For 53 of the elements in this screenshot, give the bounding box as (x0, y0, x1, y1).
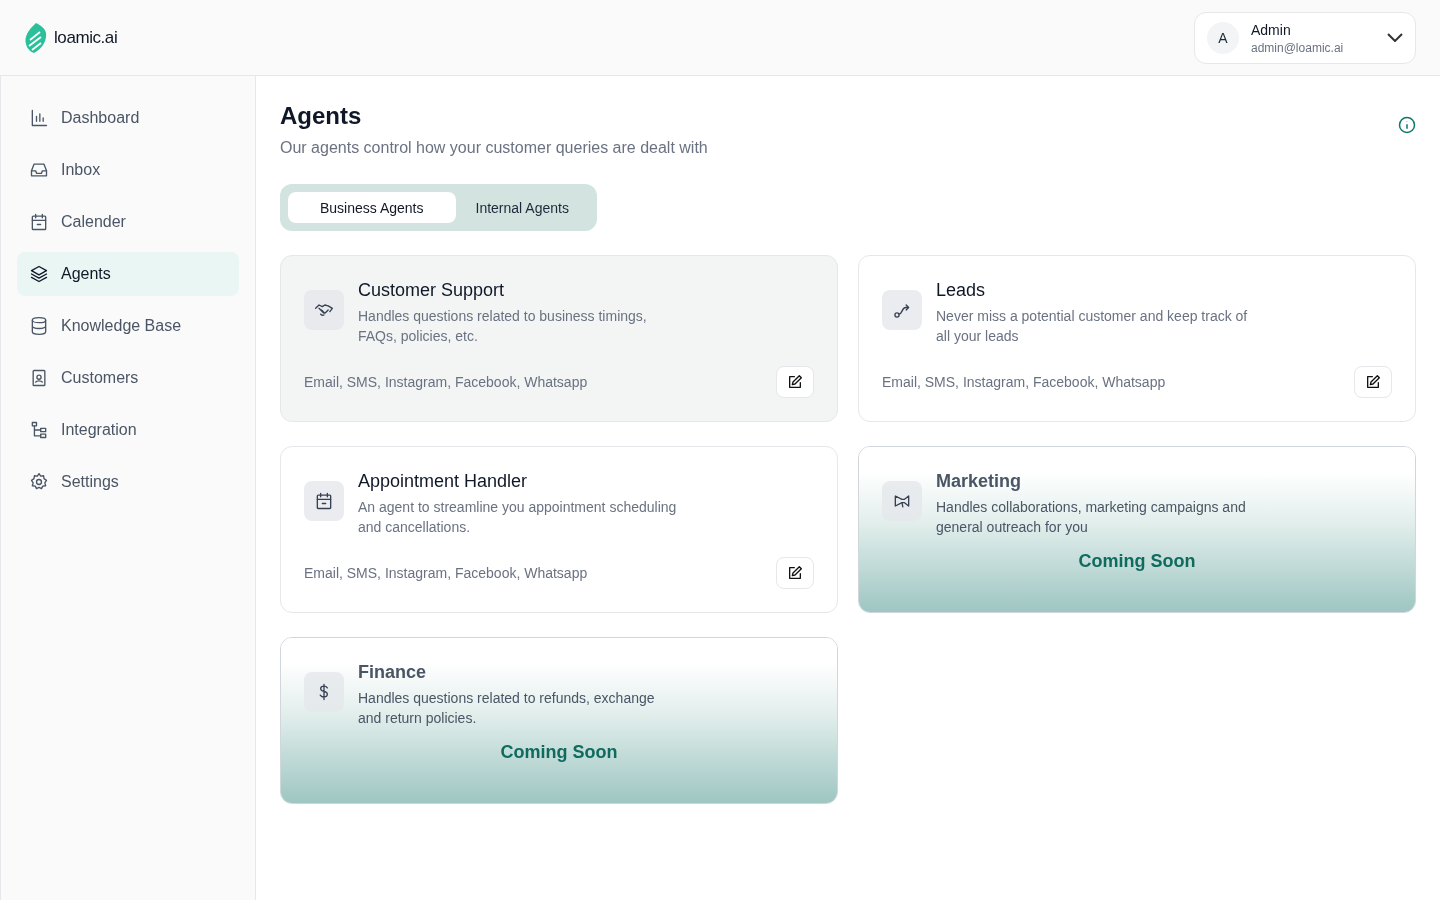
info-icon[interactable] (1398, 116, 1416, 134)
settings-icon (29, 472, 49, 492)
edit-icon (787, 565, 803, 581)
tab[interactable]: Business Agents (288, 192, 456, 223)
card-title: Appointment Handler (358, 470, 529, 493)
calendar-icon (29, 212, 49, 232)
hierarchy-icon (29, 420, 49, 440)
card-description: Never miss a potential customer and keep track of all your leads (936, 307, 1249, 346)
card-title: Finance (358, 661, 428, 684)
agent-card[interactable]: Customer Support Handles questions related to business timings, FAQs, policies, etc. Email, SMS, Instagram, Facebook, Whatsapp (280, 255, 838, 422)
edit-button[interactable] (776, 557, 814, 589)
page-subtitle: Our agents control how your customer queries are dealt with (280, 138, 708, 158)
user-menu[interactable]: A Admin admin@loamic.ai (1194, 11, 1416, 64)
channel-list: Email, SMS, Instagram, Facebook, Whatsapp (882, 372, 1166, 392)
sidebar-item[interactable]: Agents (17, 252, 239, 296)
coming-soon-label: Coming Soon (1078, 550, 1196, 573)
card-description: Handles collaborations, marketing campaigns and general outreach for you (936, 498, 1247, 537)
sidebar-item[interactable]: Settings (17, 460, 239, 504)
sidebar-item[interactable]: Calender (17, 200, 239, 244)
channel-list: Email, SMS, Instagram, Facebook, Whatsapp (304, 563, 588, 583)
edit-button[interactable] (776, 366, 814, 398)
agent-card[interactable]: Appointment Handler An agent to streamline you appointment scheduling and cancellations. Email, SMS, Instagram, Facebook, Whatsapp (280, 446, 838, 613)
sidebar-item[interactable]: Integration (17, 408, 239, 452)
layers-icon (29, 264, 49, 284)
edit-icon (1365, 374, 1381, 390)
agent-card[interactable]: Finance Handles questions related to refunds, exchange and return policies. Coming Soon (280, 637, 838, 804)
edit-icon (787, 374, 803, 390)
card-title: Marketing (936, 470, 1023, 493)
sidebar-item[interactable]: Knowledge Base (17, 304, 239, 348)
brand-name: loamic.ai (54, 26, 118, 49)
card-description: An agent to streamline you appointment scheduling and cancellations. (358, 498, 678, 537)
agent-card[interactable]: Marketing Handles collaborations, marketing campaigns and general outreach for you Coming Soon (858, 446, 1416, 613)
sidebar-item[interactable]: Customers (17, 356, 239, 400)
user-name: Admin (1251, 20, 1292, 40)
coming-soon-label: Coming Soon (500, 741, 618, 764)
card-description: Handles questions related to refunds, exchange and return policies. (358, 689, 656, 728)
sidebar-item[interactable]: Dashboard (17, 96, 239, 140)
card-title: Leads (936, 279, 987, 302)
page-title: Agents (280, 101, 363, 131)
chart-icon (29, 108, 49, 128)
agent-card[interactable]: Leads Never miss a potential customer and keep track of all your leads Email, SMS, Instagram, Facebook, Whatsapp (858, 255, 1416, 422)
sidebar-item[interactable]: Inbox (17, 148, 239, 192)
card-description: Handles questions related to business timings, FAQs, policies, etc. (358, 307, 648, 346)
database-icon (29, 316, 49, 336)
chevron-down-icon (1387, 33, 1403, 42)
tab[interactable]: Internal Agents (455, 192, 589, 223)
edit-button[interactable] (1354, 366, 1392, 398)
user-email: admin@loamic.ai (1251, 39, 1345, 56)
channel-list: Email, SMS, Instagram, Facebook, Whatsapp (304, 372, 588, 392)
card-title: Customer Support (358, 279, 506, 302)
leaf-logo-icon (24, 21, 48, 54)
calendar-icon (314, 491, 334, 511)
avatar: A (1207, 21, 1239, 54)
